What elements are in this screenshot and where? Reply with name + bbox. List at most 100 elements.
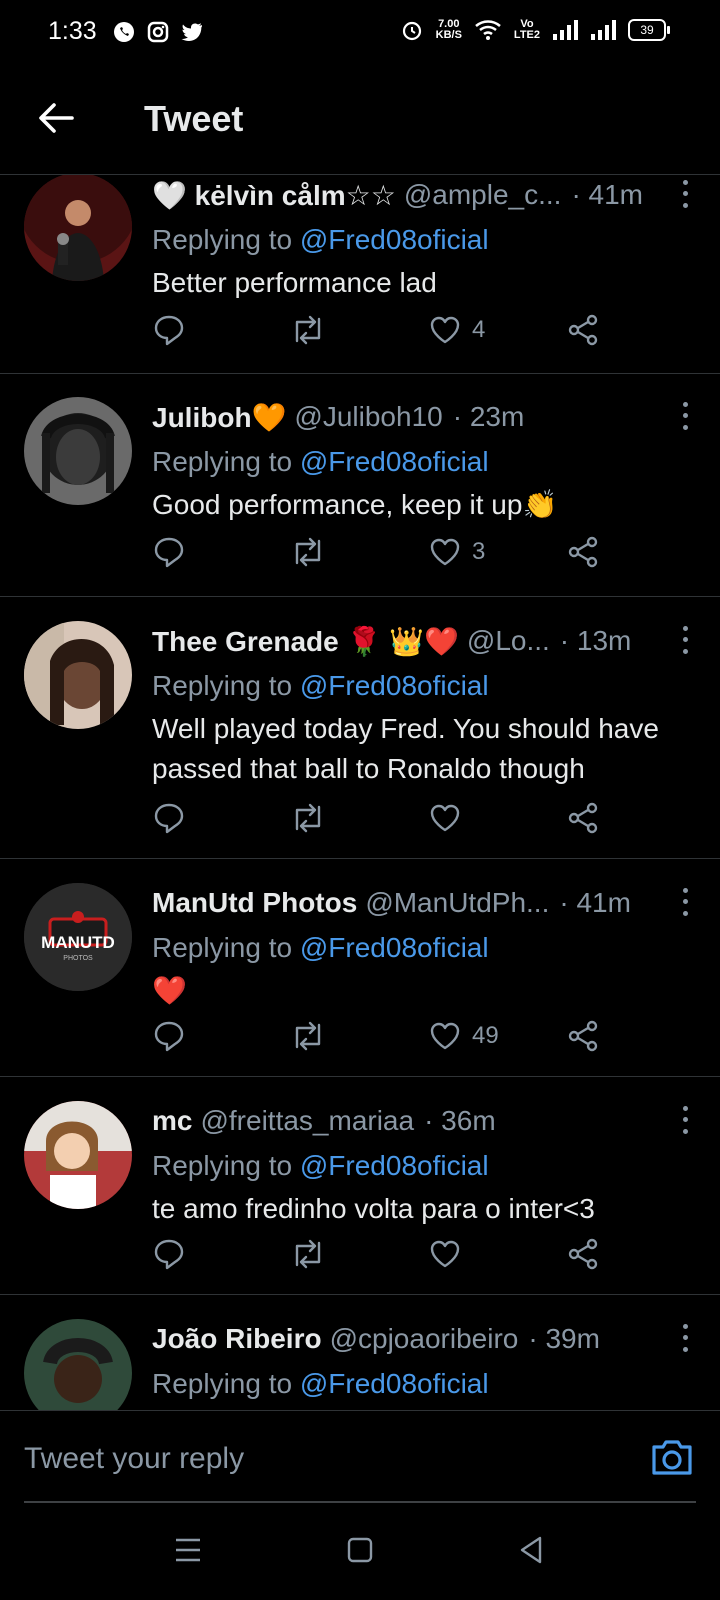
timestamp: · 23m <box>452 401 525 432</box>
user-handle[interactable]: @ManUtdPh... <box>365 887 549 919</box>
retweet-button[interactable] <box>288 313 328 347</box>
avatar[interactable] <box>24 397 132 505</box>
mention-link[interactable]: @Fred08oficial <box>300 1368 489 1399</box>
user-handle[interactable]: @cpjoaoribeiro <box>330 1323 519 1355</box>
avatar[interactable] <box>24 1319 132 1410</box>
share-button[interactable] <box>566 801 600 835</box>
avatar[interactable] <box>24 175 132 281</box>
like-count: 49 <box>472 1022 499 1049</box>
mention-link[interactable]: @Fred08oficial <box>300 224 489 255</box>
reply-header: Thee Grenade 🌹 👑❤️ @Lo... · 13m <box>152 619 700 663</box>
retweet-icon <box>295 803 321 833</box>
avatar[interactable] <box>24 1101 132 1209</box>
camera-icon[interactable] <box>648 1433 696 1481</box>
reply-item[interactable]: Thee Grenade 🌹 👑❤️ @Lo... · 13m Replying… <box>0 597 720 859</box>
replying-to: Replying to @Fred08oficial <box>152 663 700 709</box>
like-button[interactable]: 49 <box>428 1019 499 1053</box>
replying-to: Replying to @Fred08oficial <box>152 1143 700 1189</box>
reply-button[interactable] <box>152 313 186 347</box>
like-button[interactable] <box>428 801 472 835</box>
app-header: Tweet <box>0 64 720 175</box>
retweet-button[interactable] <box>288 1237 328 1271</box>
volte-bottom: LTE2 <box>513 29 540 41</box>
replying-prefix: Replying to <box>152 1368 293 1399</box>
reply-header: João Ribeiro @cpjoaoribeiro · 39m <box>152 1317 700 1361</box>
reply-icon <box>154 537 184 568</box>
display-name[interactable]: Juliboh🧡 <box>152 401 286 434</box>
more-options-icon[interactable] <box>670 623 700 657</box>
retweet-icon <box>295 1021 321 1051</box>
reply-button[interactable] <box>152 801 186 835</box>
timestamp: · 13m <box>559 625 632 656</box>
avatar-logo-subtext: PHOTOS <box>63 955 93 962</box>
action-bar <box>152 1237 622 1277</box>
reply-button[interactable] <box>152 1019 186 1053</box>
mention-link[interactable]: @Fred08oficial <box>300 446 489 477</box>
share-button[interactable] <box>566 1237 600 1271</box>
reply-icon <box>154 803 184 834</box>
back-triangle-icon[interactable] <box>508 1526 556 1574</box>
reply-header: Juliboh🧡 @Juliboh10 · 23m <box>152 395 700 439</box>
reply-text: Better performance lad <box>152 267 437 298</box>
like-count: 3 <box>472 538 486 565</box>
retweet-icon <box>295 315 321 345</box>
share-button[interactable] <box>566 535 600 569</box>
reply-button[interactable] <box>152 535 186 569</box>
reply-header: 🤍 kėlvìn cålm☆☆ @ample_c... · 41m <box>152 175 700 217</box>
mention-link[interactable]: @Fred08oficial <box>300 932 489 963</box>
avatar[interactable] <box>24 621 132 729</box>
display-name[interactable]: Thee Grenade 🌹 👑❤️ <box>152 625 459 658</box>
user-handle[interactable]: @ample_c... <box>404 179 562 211</box>
reply-text: te amo fredinho volta para o inter<3 <box>152 1193 595 1224</box>
retweet-icon <box>295 1239 321 1269</box>
display-name[interactable]: João Ribeiro <box>152 1323 322 1355</box>
reply-text: ❤️ <box>152 975 187 1006</box>
retweet-button[interactable] <box>288 1019 328 1053</box>
retweet-button[interactable] <box>288 801 328 835</box>
battery-icon: 39 <box>628 19 670 41</box>
like-button[interactable] <box>428 1237 472 1271</box>
display-name[interactable]: ManUtd Photos <box>152 887 357 919</box>
like-button[interactable]: 3 <box>428 535 485 569</box>
reply-item[interactable]: João Ribeiro @cpjoaoribeiro · 39m Replyi… <box>0 1295 720 1410</box>
action-bar: 4 <box>152 313 622 353</box>
share-icon <box>568 1238 598 1270</box>
display-name[interactable]: 🤍 kėlvìn cålm☆☆ <box>152 179 396 212</box>
more-options-icon[interactable] <box>670 177 700 211</box>
reply-input[interactable]: Tweet your reply <box>24 1411 624 1501</box>
reply-item[interactable]: 🤍 kėlvìn cålm☆☆ @ample_c... · 41m Replyi… <box>0 175 720 374</box>
menu-icon[interactable] <box>164 1526 212 1574</box>
more-options-icon[interactable] <box>670 1321 700 1355</box>
back-arrow-icon[interactable] <box>36 98 76 138</box>
home-square-icon[interactable] <box>336 1526 384 1574</box>
user-handle[interactable]: @Juliboh10 <box>294 401 442 433</box>
share-icon <box>568 536 598 568</box>
more-options-icon[interactable] <box>670 1103 700 1137</box>
user-handle[interactable]: @freittas_mariaa <box>200 1105 414 1137</box>
volte-indicator: Vo LTE2 <box>514 19 540 41</box>
heart-icon <box>430 1240 460 1268</box>
share-icon <box>568 802 598 834</box>
heart-icon <box>430 804 460 832</box>
share-button[interactable] <box>566 313 600 347</box>
more-options-icon[interactable] <box>670 399 700 433</box>
avatar[interactable]: MANUTD PHOTOS <box>24 883 132 991</box>
page-title: Tweet <box>144 98 244 139</box>
action-bar <box>152 801 622 841</box>
share-button[interactable] <box>566 1019 600 1053</box>
replying-prefix: Replying to <box>152 446 293 477</box>
mention-link[interactable]: @Fred08oficial <box>300 670 489 701</box>
more-options-icon[interactable] <box>670 885 700 919</box>
replies-list[interactable]: 🤍 kėlvìn cålm☆☆ @ample_c... · 41m Replyi… <box>0 175 720 1410</box>
retweet-button[interactable] <box>288 535 328 569</box>
mention-link[interactable]: @Fred08oficial <box>300 1150 489 1181</box>
reply-item[interactable]: mc @freittas_mariaa · 36m Replying to @F… <box>0 1077 720 1295</box>
reply-button[interactable] <box>152 1237 186 1271</box>
reply-item[interactable]: Juliboh🧡 @Juliboh10 · 23m Replying to @F… <box>0 373 720 597</box>
user-handle[interactable]: @Lo... <box>467 625 550 657</box>
display-name[interactable]: mc <box>152 1105 192 1137</box>
reply-item[interactable]: MANUTD PHOTOS ManUtd Photos @ManUtdPh...… <box>0 859 720 1077</box>
heart-icon <box>430 538 460 566</box>
network-speed: 7.00 KB/S <box>436 19 462 41</box>
like-button[interactable]: 4 <box>428 313 485 347</box>
